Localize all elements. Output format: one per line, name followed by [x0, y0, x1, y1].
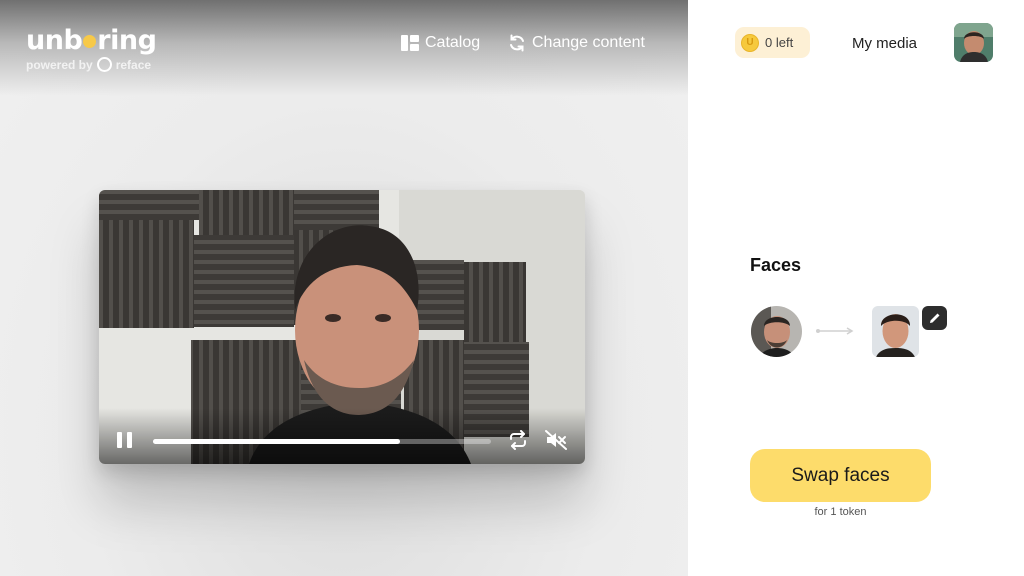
my-media-link[interactable]: My media — [852, 35, 917, 52]
coin-icon: U — [741, 33, 759, 52]
arrow-icon — [816, 327, 854, 335]
right-panel: U 0 left My media Faces Swap faces for 1… — [688, 0, 1024, 576]
pause-icon[interactable] — [117, 432, 133, 450]
video-progress-fill — [153, 439, 400, 444]
video-progress-bar[interactable] — [153, 439, 491, 444]
volume-muted-icon[interactable] — [545, 430, 567, 455]
preview-stage: unb ring powered by reface Catalog Change… — [0, 0, 688, 576]
logo-subtitle: powered by reface — [26, 57, 152, 72]
swap-cost-note: for 1 token — [814, 506, 867, 518]
nav-change-content-label: Change content — [532, 34, 645, 51]
catalog-icon — [401, 35, 419, 51]
repeat-icon[interactable] — [508, 430, 528, 455]
token-balance[interactable]: U 0 left — [735, 27, 810, 58]
logo-wordmark: unb ring — [26, 25, 157, 56]
logo[interactable]: unb ring powered by reface — [26, 25, 157, 72]
nav-change-content[interactable]: Change content — [508, 34, 645, 52]
source-face[interactable] — [751, 306, 802, 357]
reface-logo-icon — [96, 57, 112, 72]
target-face[interactable] — [872, 306, 919, 357]
nav-catalog-label: Catalog — [425, 34, 481, 51]
pencil-icon — [929, 313, 939, 323]
refresh-icon — [510, 34, 524, 52]
user-avatar[interactable] — [954, 23, 993, 62]
edit-face-button[interactable] — [922, 306, 947, 330]
logo-dot — [83, 35, 97, 48]
faces-title: Faces — [750, 255, 802, 275]
nav-catalog[interactable]: Catalog — [401, 34, 480, 52]
swap-faces-button[interactable]: Swap faces — [750, 449, 931, 502]
video-controls — [99, 408, 585, 464]
token-count: 0 left — [765, 35, 794, 50]
video-player[interactable] — [99, 190, 585, 464]
